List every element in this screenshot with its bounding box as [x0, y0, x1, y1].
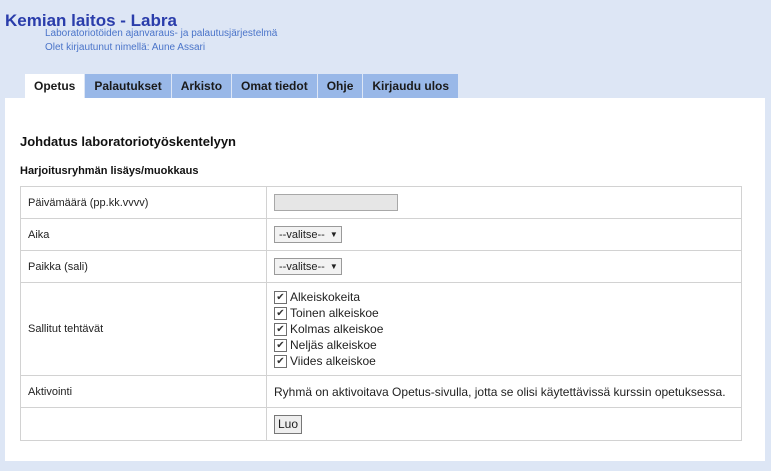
task-option[interactable]: ✔ Toinen alkeiskoe: [274, 305, 734, 321]
task-label: Neljäs alkeiskoe: [290, 338, 377, 352]
place-cell: --valitse-- ▼: [266, 250, 742, 283]
chevron-down-icon: ▼: [329, 262, 338, 271]
checkbox-checked-icon[interactable]: ✔: [274, 354, 287, 368]
date-input[interactable]: [274, 194, 398, 211]
tab-kirjaudu-ulos[interactable]: Kirjaudu ulos: [363, 74, 459, 98]
tab-omat-tiedot[interactable]: Omat tiedot: [232, 74, 317, 98]
empty-cell: [20, 407, 267, 441]
submit-cell: Luo: [266, 407, 742, 441]
place-select[interactable]: --valitse-- ▼: [274, 258, 342, 275]
date-label: Päivämäärä (pp.kk.vvvv): [20, 186, 267, 219]
task-label: Toinen alkeiskoe: [290, 306, 379, 320]
task-label: Alkeiskokeita: [290, 290, 361, 304]
content-panel: Johdatus laboratoriotyöskentelyyn Harjoi…: [5, 98, 765, 461]
checkbox-checked-icon[interactable]: ✔: [274, 306, 287, 320]
group-form: Päivämäärä (pp.kk.vvvv) Aika --valitse--…: [20, 186, 742, 441]
time-select[interactable]: --valitse-- ▼: [274, 226, 342, 243]
app-subtitle: Laboratoriotöiden ajanvaraus- ja palautu…: [45, 28, 278, 39]
time-label: Aika: [20, 218, 267, 251]
checkbox-checked-icon[interactable]: ✔: [274, 338, 287, 352]
task-label: Viides alkeiskoe: [290, 354, 376, 368]
section-title: Harjoitusryhmän lisäys/muokkaus: [20, 165, 199, 177]
place-label: Paikka (sali): [20, 250, 267, 283]
task-option[interactable]: ✔ Viides alkeiskoe: [274, 353, 734, 369]
login-info: Olet kirjautunut nimellä: Aune Assari: [45, 42, 206, 53]
tab-arkisto[interactable]: Arkisto: [171, 74, 232, 98]
time-cell: --valitse-- ▼: [266, 218, 742, 251]
time-select-value: --valitse--: [279, 228, 325, 241]
task-option[interactable]: ✔ Neljäs alkeiskoe: [274, 337, 734, 353]
activation-label: Aktivointi: [20, 375, 267, 408]
date-cell: [266, 186, 742, 219]
course-title: Johdatus laboratoriotyöskentelyyn: [20, 134, 236, 149]
create-button[interactable]: Luo: [274, 414, 303, 434]
tab-palautukset[interactable]: Palautukset: [85, 74, 171, 98]
tab-ohje[interactable]: Ohje: [317, 74, 363, 98]
tab-opetus[interactable]: Opetus: [25, 74, 85, 99]
place-select-value: --valitse--: [279, 260, 325, 273]
main-nav: Opetus Palautukset Arkisto Omat tiedot O…: [25, 74, 459, 99]
tasks-cell: ✔ Alkeiskokeita ✔ Toinen alkeiskoe ✔ Kol…: [266, 282, 742, 376]
checkbox-checked-icon[interactable]: ✔: [274, 290, 287, 304]
tasks-label: Sallitut tehtävät: [20, 282, 267, 376]
checkbox-checked-icon[interactable]: ✔: [274, 322, 287, 336]
activation-text: Ryhmä on aktivoitava Opetus-sivulla, jot…: [266, 375, 742, 408]
chevron-down-icon: ▼: [329, 230, 338, 239]
task-option[interactable]: ✔ Alkeiskokeita: [274, 289, 734, 305]
task-label: Kolmas alkeiskoe: [290, 322, 384, 336]
task-option[interactable]: ✔ Kolmas alkeiskoe: [274, 321, 734, 337]
